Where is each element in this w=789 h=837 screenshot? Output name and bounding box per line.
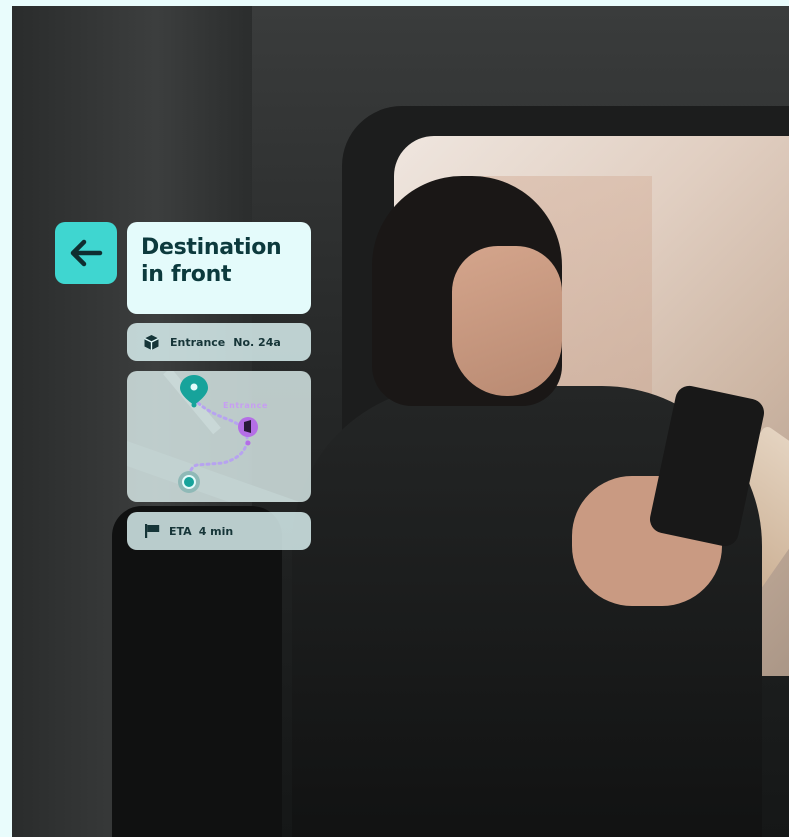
package-box-icon bbox=[143, 334, 160, 351]
seat-shadow bbox=[112, 506, 282, 837]
back-button[interactable] bbox=[55, 222, 117, 284]
destination-title-card: Destination in front bbox=[127, 222, 311, 314]
map-road bbox=[127, 441, 300, 502]
eta-value: 4 min bbox=[198, 524, 234, 538]
person-face bbox=[452, 246, 562, 396]
title-line-1: Destination bbox=[141, 235, 282, 260]
title-line-2: in front bbox=[141, 262, 232, 287]
entrance-label: Entrance bbox=[170, 335, 226, 349]
entrance-card[interactable]: Entrance No. 24a bbox=[127, 323, 311, 361]
eta-label: ETA bbox=[169, 524, 192, 538]
arrow-left-icon bbox=[70, 239, 103, 267]
route-map-card[interactable]: Entrance bbox=[127, 371, 311, 502]
location-dot-icon bbox=[178, 471, 200, 493]
map-entrance-label: Entrance bbox=[223, 401, 268, 410]
entrance-number: No. 24a bbox=[233, 335, 281, 349]
flag-icon bbox=[145, 524, 161, 538]
route-map bbox=[127, 371, 300, 502]
door-pin-icon bbox=[238, 417, 258, 446]
eta-card[interactable]: ETA 4 min bbox=[127, 512, 311, 550]
map-pin-icon bbox=[180, 375, 208, 408]
